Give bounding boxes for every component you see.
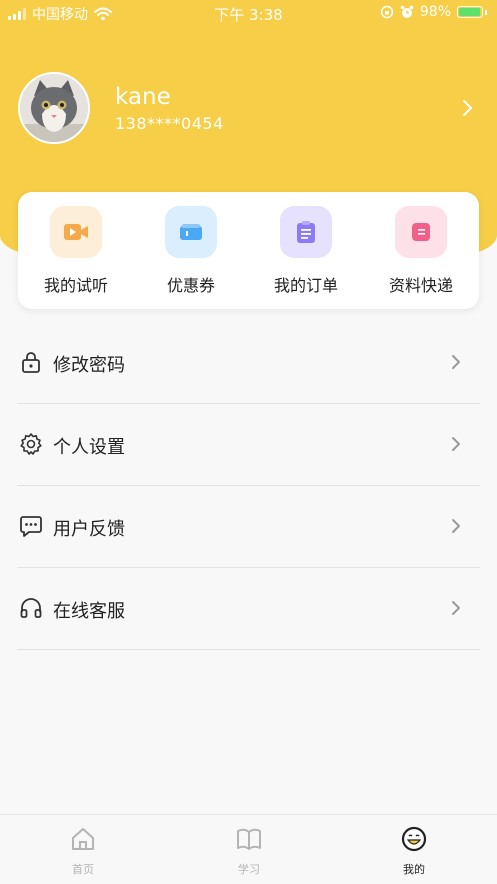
tab-home[interactable]: 首页	[23, 825, 143, 877]
menu-item-label: 个人设置	[53, 437, 125, 458]
profile-header[interactable]: kane 138****0454	[18, 72, 479, 144]
chevron-right-icon[interactable]	[459, 98, 477, 118]
video-icon	[50, 206, 102, 258]
quick-action-label: 资料快递	[388, 276, 453, 295]
chevron-right-icon	[452, 601, 460, 615]
order-icon	[280, 206, 332, 258]
rotation-lock-icon	[380, 5, 394, 19]
tab-label: 学习	[238, 863, 260, 876]
document-icon	[395, 206, 447, 258]
quick-actions-card: 我的试听 优惠券 我的订单 资料快递	[18, 192, 479, 309]
chevron-right-icon	[452, 519, 460, 533]
quick-action-coupon[interactable]: 优惠券	[133, 206, 249, 296]
menu-item-label: 在线客服	[53, 601, 125, 622]
lock-icon	[22, 352, 40, 373]
menu-item-personal-settings[interactable]: 个人设置	[17, 404, 480, 486]
menu-item-label: 修改密码	[53, 355, 125, 376]
quick-action-trial[interactable]: 我的试听	[18, 206, 134, 296]
battery-icon	[457, 6, 483, 18]
quick-action-label: 优惠券	[166, 276, 215, 295]
chat-icon	[20, 516, 42, 537]
quick-action-orders[interactable]: 我的订单	[248, 206, 364, 296]
battery-fill	[459, 8, 480, 16]
battery-tip	[485, 9, 487, 15]
tab-label: 我的	[403, 863, 425, 876]
chevron-right-icon	[452, 437, 460, 451]
status-right: 98%	[380, 4, 487, 20]
settings-menu: 修改密码 个人设置 用户反馈 在线客服	[17, 322, 480, 650]
bottom-tab-bar: 首页 学习 我的	[0, 814, 497, 884]
alarm-icon	[400, 5, 414, 18]
profile-face-icon	[401, 826, 427, 852]
menu-item-customer-service[interactable]: 在线客服	[17, 568, 480, 650]
battery-percent: 98%	[419, 4, 451, 20]
gear-icon	[20, 433, 42, 455]
coupon-icon	[165, 206, 217, 258]
avatar[interactable]	[18, 72, 90, 144]
chevron-right-icon	[452, 355, 460, 369]
headphones-icon	[20, 598, 42, 618]
menu-item-change-password[interactable]: 修改密码	[17, 322, 480, 404]
status-bar: 中国移动 下午 3:38 98%	[0, 0, 497, 26]
quick-action-label: 我的试听	[43, 276, 108, 295]
menu-item-label: 用户反馈	[53, 519, 125, 540]
tab-label: 首页	[72, 863, 94, 876]
tab-study[interactable]: 学习	[189, 825, 309, 877]
home-icon	[72, 828, 94, 850]
tab-mine[interactable]: 我的	[354, 825, 474, 877]
book-icon	[237, 828, 261, 850]
phone-number: 138****0454	[115, 114, 224, 133]
username: kane	[115, 84, 171, 110]
menu-item-feedback[interactable]: 用户反馈	[17, 486, 480, 568]
quick-action-materials[interactable]: 资料快递	[363, 206, 479, 296]
quick-action-label: 我的订单	[273, 276, 338, 295]
cat-avatar-image	[20, 74, 88, 142]
